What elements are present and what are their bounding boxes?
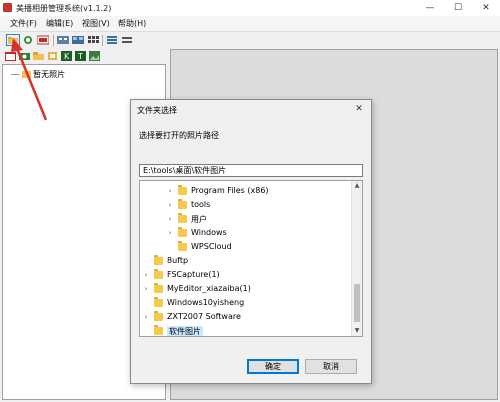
annotation-arrow [11, 38, 48, 121]
menu-view[interactable]: 视图(V) [82, 18, 110, 29]
vertical-scrollbar[interactable]: ▲ ▼ [351, 181, 362, 336]
settings-button[interactable] [120, 34, 134, 46]
folder-icon [154, 269, 163, 279]
menu-help[interactable]: 帮助(H) [118, 18, 146, 29]
folder-icon [178, 185, 187, 195]
scroll-thumb[interactable] [354, 284, 360, 322]
main-toolbar [0, 32, 500, 49]
folder-icon [154, 255, 163, 265]
folder-list-item[interactable]: › Windows [140, 227, 326, 240]
thumbnail-view-icon [72, 36, 84, 44]
expand-chevron-icon[interactable]: › [142, 271, 150, 279]
folder-icon [178, 241, 187, 251]
folder-label: Windows10yisheng [167, 298, 245, 307]
dialog-close-button[interactable]: ✕ [351, 102, 367, 116]
expand-chevron-icon[interactable]: › [166, 201, 174, 209]
folder-icon [154, 325, 163, 335]
menu-bar: 文件(F) 编辑(E) 视图(V) 帮助(H) [0, 16, 500, 32]
folder-list-item[interactable]: › 用户 [140, 213, 326, 226]
close-button[interactable]: ✕ [472, 0, 500, 16]
folder-icon [178, 227, 187, 237]
folder-select-dialog: 文件夹选择 ✕ 选择要打开的照片路径 E:\tools\桌面\软件图片 › Pro… [130, 99, 372, 384]
folder-icon [178, 213, 187, 223]
folder-icon [154, 283, 163, 293]
expand-chevron-icon[interactable]: › [142, 285, 150, 293]
folder-list-item[interactable]: Windows10yisheng [140, 297, 350, 310]
cancel-button[interactable]: 取消 [305, 359, 357, 374]
svg-text:T: T [77, 52, 83, 61]
folder-list-item[interactable]: 8uftp [140, 255, 350, 268]
folder-label: tools [191, 200, 211, 209]
folder-list[interactable]: › Program Files (x86) › tools › 用户 › Windows WPS… [139, 180, 363, 337]
folder-list-item[interactable]: › tools [140, 199, 326, 212]
thumbnail-view-button[interactable] [71, 34, 85, 46]
folder-icon [154, 311, 163, 321]
folder-label: WPSCloud [191, 242, 232, 251]
folder-label: MyEditor_xiazaiba(1) [167, 284, 251, 293]
folder-label: 软件图片 [167, 326, 203, 336]
k-icon[interactable]: K [61, 51, 72, 61]
toolbar-separator [102, 35, 103, 46]
folder-list-item[interactable]: 软件图片 [140, 325, 350, 336]
title-bar: 美播相册管理系统(v1.1.2) — ☐ ✕ [0, 0, 500, 16]
folder-label: Program Files (x86) [191, 186, 269, 195]
ok-button[interactable]: 确定 [247, 359, 299, 374]
folder-list-item[interactable]: › ZXT2007 Software [140, 311, 350, 324]
t-icon[interactable]: T [75, 51, 86, 61]
image-icon[interactable] [89, 51, 100, 61]
folder-label: ZXT2007 Software [167, 312, 241, 321]
folder-label: 用户 [191, 215, 207, 224]
folder-list-item[interactable]: › FSCapture(1) [140, 269, 350, 282]
details-view-button[interactable] [86, 34, 100, 46]
expand-chevron-icon[interactable]: › [142, 313, 150, 321]
folder-icon [178, 199, 187, 209]
folder-label: 8uftp [167, 256, 189, 265]
path-field[interactable]: E:\tools\桌面\软件图片 [139, 164, 363, 177]
folder-label: FSCapture(1) [167, 270, 220, 279]
expand-chevron-icon[interactable]: › [166, 215, 174, 223]
minimize-button[interactable]: — [416, 0, 444, 16]
details-view-icon [88, 36, 99, 43]
list-view-icon [107, 36, 117, 44]
expand-chevron-icon[interactable]: › [166, 187, 174, 195]
folder-label: Windows [191, 228, 227, 237]
settings-icon [122, 37, 132, 43]
maximize-button[interactable]: ☐ [444, 0, 472, 16]
list-view-button[interactable] [105, 34, 119, 46]
scroll-up-icon[interactable]: ▲ [352, 181, 362, 191]
scroll-down-icon[interactable]: ▼ [352, 326, 362, 336]
dialog-title: 文件夹选择 [137, 106, 177, 115]
folder-list-item[interactable]: › MyEditor_xiazaiba(1) [140, 283, 350, 296]
folder-list-item[interactable]: › Program Files (x86) [140, 185, 326, 198]
svg-text:K: K [64, 52, 70, 61]
dialog-prompt: 选择要打开的照片路径 [139, 131, 219, 140]
expand-chevron-icon[interactable]: › [166, 229, 174, 237]
folder-list-item[interactable]: WPSCloud [140, 241, 326, 254]
folder-icon [154, 297, 163, 307]
